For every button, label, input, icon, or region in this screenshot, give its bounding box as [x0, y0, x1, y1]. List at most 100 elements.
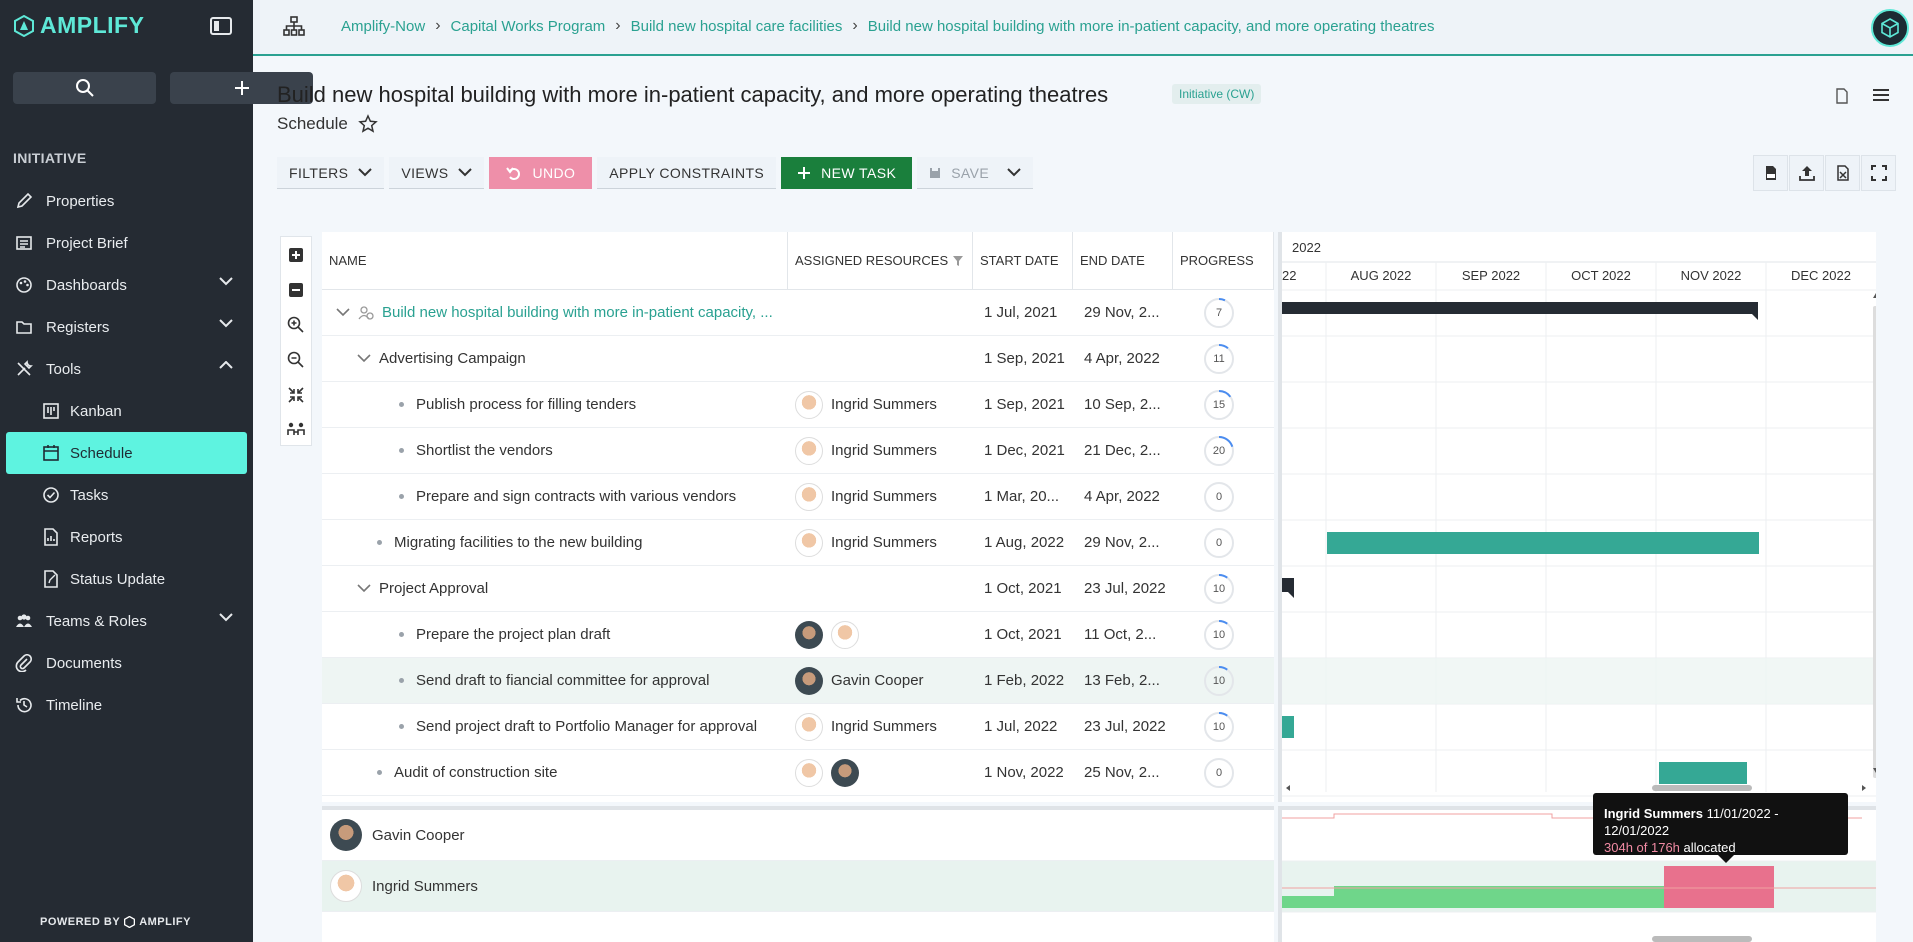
hierarchy-icon[interactable]	[283, 16, 305, 36]
end-date-cell[interactable]: 25 Nov, 2...	[1073, 750, 1173, 795]
start-date-cell[interactable]: 1 Feb, 2022	[973, 658, 1073, 703]
document-icon[interactable]	[1835, 88, 1849, 104]
excel-export-button[interactable]	[1825, 155, 1860, 191]
zoom-out-icon[interactable]	[281, 342, 311, 377]
chevron-down-icon[interactable]	[219, 319, 233, 328]
resources-cell[interactable]: Ingrid Summers	[788, 382, 973, 427]
resources-cell[interactable]: Ingrid Summers	[788, 474, 973, 519]
breadcrumb-item[interactable]: Build new hospital building with more in…	[868, 18, 1435, 35]
table-row[interactable]: Shortlist the vendors Ingrid Summers 1 D…	[322, 428, 1274, 474]
task-name-cell[interactable]: Project Approval	[322, 566, 788, 611]
task-name-cell[interactable]: Publish process for filling tenders	[322, 382, 788, 427]
sidebar-item-properties[interactable]: Properties	[0, 180, 253, 222]
end-date-cell[interactable]: 29 Nov, 2...	[1073, 290, 1173, 335]
sidebar-item-registers[interactable]: Registers	[0, 306, 253, 348]
star-icon[interactable]	[358, 114, 378, 134]
end-date-cell[interactable]: 23 Jul, 2022	[1073, 704, 1173, 749]
start-date-cell[interactable]: 1 Aug, 2022	[973, 520, 1073, 565]
upload-button[interactable]	[1789, 155, 1824, 191]
task-name-cell[interactable]: Prepare and sign contracts with various …	[322, 474, 788, 519]
task-name-cell[interactable]: Send draft to fiancial committee for app…	[322, 658, 788, 703]
expand-all-icon[interactable]	[281, 237, 311, 272]
resource-row[interactable]: Ingrid Summers	[322, 861, 1274, 912]
save-button[interactable]: SAVE	[917, 157, 1034, 189]
end-date-cell[interactable]: 29 Nov, 2...	[1073, 520, 1173, 565]
table-row[interactable]: Advertising Campaign 1 Sep, 2021 4 Apr, …	[322, 336, 1274, 382]
collapse-all-icon[interactable]	[281, 272, 311, 307]
task-name-cell[interactable]: Audit of construction site	[322, 750, 788, 795]
start-date-cell[interactable]: 1 Dec, 2021	[973, 428, 1073, 473]
task-name-cell[interactable]: Shortlist the vendors	[322, 428, 788, 473]
apply-constraints-button[interactable]: APPLY CONSTRAINTS	[597, 157, 777, 189]
start-date-cell[interactable]: 1 Nov, 2022	[973, 750, 1073, 795]
end-date-cell[interactable]: 10 Sep, 2...	[1073, 382, 1173, 427]
table-row[interactable]: Publish process for filling tenders Ingr…	[322, 382, 1274, 428]
start-date-cell[interactable]: 1 Sep, 2021	[973, 382, 1073, 427]
end-date-cell[interactable]: 4 Apr, 2022	[1073, 336, 1173, 381]
undo-button[interactable]: UNDO	[489, 157, 593, 189]
resources-cell[interactable]: Ingrid Summers	[788, 520, 973, 565]
resources-cell[interactable]: Gavin Cooper	[788, 658, 973, 703]
column-name[interactable]: NAME	[322, 232, 788, 289]
end-date-cell[interactable]: 13 Feb, 2...	[1073, 658, 1173, 703]
start-date-cell[interactable]: 1 Mar, 20...	[973, 474, 1073, 519]
column-start[interactable]: START DATE	[973, 232, 1073, 289]
search-button[interactable]	[13, 72, 156, 104]
table-row[interactable]: Prepare the project plan draft 1 Oct, 20…	[322, 612, 1274, 658]
table-row[interactable]: Audit of construction site 1 Nov, 2022 2…	[322, 750, 1274, 796]
resources-icon[interactable]	[281, 412, 311, 447]
task-name-cell[interactable]: Prepare the project plan draft	[322, 612, 788, 657]
resources-cell[interactable]	[788, 290, 973, 335]
chevron-down-icon[interactable]	[219, 277, 233, 286]
table-row[interactable]: Build new hospital building with more in…	[322, 290, 1274, 336]
fullscreen-button[interactable]	[1861, 155, 1896, 191]
start-date-cell[interactable]: 1 Jul, 2021	[973, 290, 1073, 335]
sidebar-item-dashboards[interactable]: Dashboards	[0, 264, 253, 306]
table-row[interactable]: Send draft to fiancial committee for app…	[322, 658, 1274, 704]
start-date-cell[interactable]: 1 Oct, 2021	[973, 566, 1073, 611]
task-name-cell[interactable]: Migrating facilities to the new building	[322, 520, 788, 565]
resources-cell[interactable]	[788, 336, 973, 381]
sidebar-item-project-brief[interactable]: Project Brief	[0, 222, 253, 264]
sidebar-item-timeline[interactable]: Timeline	[0, 684, 253, 726]
sidebar-item-reports[interactable]: Reports	[0, 516, 253, 558]
chevron-down-icon[interactable]	[357, 354, 371, 363]
sidebar-item-kanban[interactable]: Kanban	[0, 390, 253, 432]
chevron-down-icon[interactable]	[336, 308, 350, 317]
resource-row[interactable]: Gavin Cooper	[322, 810, 1274, 861]
resources-cell[interactable]: Ingrid Summers	[788, 428, 973, 473]
table-row[interactable]: Migrating facilities to the new building…	[322, 520, 1274, 566]
column-end[interactable]: END DATE	[1073, 232, 1173, 289]
end-date-cell[interactable]: 4 Apr, 2022	[1073, 474, 1173, 519]
sidebar-item-status-update[interactable]: Status Update	[0, 558, 253, 600]
table-row[interactable]: Project Approval 1 Oct, 2021 23 Jul, 202…	[322, 566, 1274, 612]
pdf-export-button[interactable]	[1753, 155, 1788, 191]
chevron-up-icon[interactable]	[219, 361, 233, 370]
column-progress[interactable]: PROGRESS	[1173, 232, 1274, 289]
chevron-down-icon[interactable]	[219, 613, 233, 622]
start-date-cell[interactable]: 1 Oct, 2021	[973, 612, 1073, 657]
resources-cell[interactable]: Ingrid Summers	[788, 704, 973, 749]
end-date-cell[interactable]: 21 Dec, 2...	[1073, 428, 1173, 473]
table-row[interactable]: Prepare and sign contracts with various …	[322, 474, 1274, 520]
end-date-cell[interactable]: 23 Jul, 2022	[1073, 566, 1173, 611]
breadcrumb-item[interactable]: Capital Works Program	[451, 18, 606, 35]
sidebar-item-documents[interactable]: Documents	[0, 642, 253, 684]
end-date-cell[interactable]: 11 Oct, 2...	[1073, 612, 1173, 657]
chevron-down-icon[interactable]	[357, 584, 371, 593]
sidebar-item-tasks[interactable]: Tasks	[0, 474, 253, 516]
sidebar-item-teams-roles[interactable]: Teams & Roles	[0, 600, 253, 642]
resources-cell[interactable]	[788, 750, 973, 795]
start-date-cell[interactable]: 1 Sep, 2021	[973, 336, 1073, 381]
task-name-cell[interactable]: Send project draft to Portfolio Manager …	[322, 704, 788, 749]
zoom-in-icon[interactable]	[281, 307, 311, 342]
breadcrumb-item[interactable]: Build new hospital care facilities	[631, 18, 843, 35]
sidebar-collapse-icon[interactable]	[210, 16, 232, 36]
menu-icon[interactable]	[1873, 88, 1889, 102]
column-resources[interactable]: ASSIGNED RESOURCES	[788, 232, 973, 289]
filters-button[interactable]: FILTERS	[277, 157, 385, 189]
user-avatar[interactable]	[1871, 9, 1909, 47]
sidebar-item-tools[interactable]: Tools	[0, 348, 253, 390]
task-name-cell[interactable]: Advertising Campaign	[322, 336, 788, 381]
resources-cell[interactable]	[788, 566, 973, 611]
